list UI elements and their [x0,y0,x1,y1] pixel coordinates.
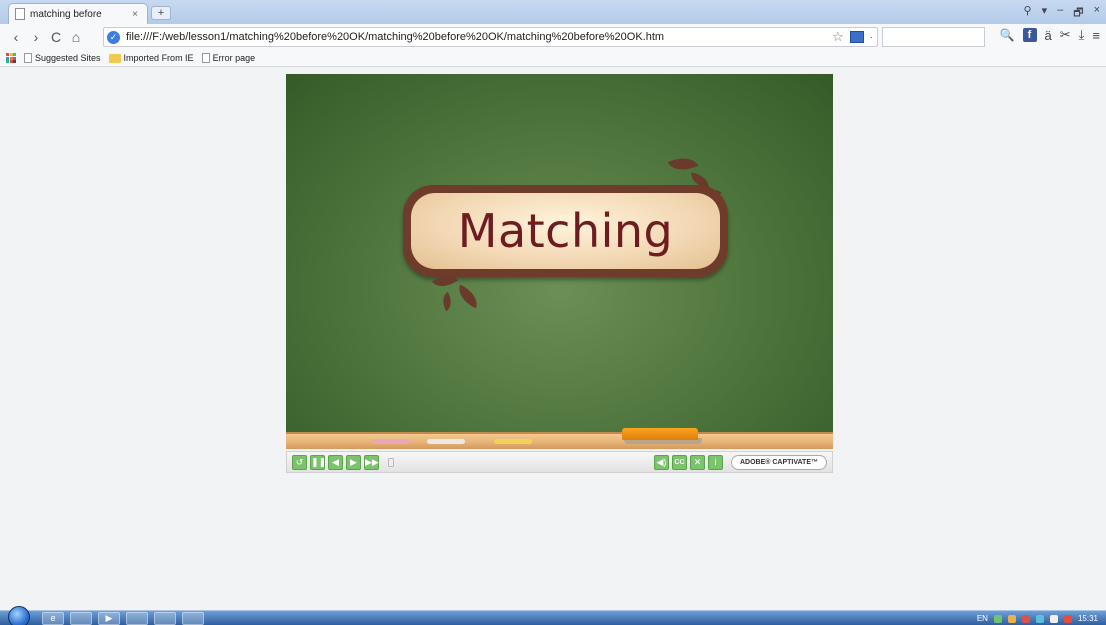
eraser [622,428,698,440]
toolbar-extensions: 🔍 f ä ✂ ⤓ ≡ [1000,27,1100,43]
taskbar-app-icon[interactable] [126,612,148,625]
start-button[interactable] [8,606,30,625]
new-tab-button[interactable]: + [151,6,171,20]
browser-toolbar: ‹ › C ⌂ ✓ file:///F:/web/lesson1/matchin… [0,24,1106,50]
tab-title: matching before [30,8,102,20]
captivate-player: Matching ↺ ❚❚ ◀ ▶ ▶▶ ◀) CC ✕ i ADOBE® CA… [286,74,833,473]
pause-button[interactable]: ❚❚ [310,454,326,470]
chalkboard: Matching [286,74,833,432]
file-explorer-icon[interactable] [70,612,92,625]
restore-button[interactable]: 🗗 [1073,4,1083,23]
facebook-icon[interactable]: f [1022,28,1037,42]
tray-app-icon[interactable] [993,614,1002,623]
playback-bar: ↺ ❚❚ ◀ ▶ ▶▶ ◀) CC ✕ i ADOBE® CAPTIVATE™ [286,451,833,473]
home-button[interactable]: ⌂ [66,27,86,47]
bookmark-label: Suggested Sites [35,53,101,63]
volume-icon[interactable] [1049,614,1058,623]
extension-dropdown-icon[interactable]: · [870,32,873,43]
scissors-icon[interactable]: ✂ [1060,27,1071,43]
back-button[interactable]: ◀ [328,454,343,470]
windows-taskbar: e ▶ EN 15:31 [0,606,1106,625]
closed-caption-button[interactable]: CC [671,454,687,470]
bookmark-star-icon[interactable]: ☆ [832,29,844,45]
search-field[interactable] [882,27,985,47]
clock[interactable]: 15:31 [1078,614,1098,623]
rewind-button[interactable]: ↺ [292,454,307,470]
url-text[interactable]: file:///F:/web/lesson1/matching%20before… [126,31,826,43]
leaf-decoration [453,284,483,309]
system-tray: EN 15:31 [977,611,1098,625]
window-controls: ⚲ ▾ – 🗗 × [1024,4,1101,23]
extension-a-icon[interactable]: ä [1045,28,1052,43]
exit-button[interactable]: ✕ [689,454,705,470]
page-icon [201,53,210,63]
white-chalk [427,439,465,444]
info-button[interactable]: i [707,454,723,470]
apps-grid-icon[interactable] [6,53,16,63]
reload-button[interactable]: C [46,27,66,47]
page-content: Matching ↺ ❚❚ ◀ ▶ ▶▶ ◀) CC ✕ i ADOBE® CA… [0,68,1106,610]
browser-tab[interactable]: matching before × [8,3,148,24]
tray-app-icon[interactable] [1035,614,1044,623]
tray-app-icon[interactable] [1007,614,1016,623]
flag-icon[interactable] [1063,614,1072,623]
apps-grid-dot [13,60,16,63]
forward-button[interactable]: ▶ [346,454,361,470]
pink-chalk [372,439,410,444]
adobe-captivate-logo[interactable]: ADOBE® CAPTIVATE™ [730,454,827,470]
menu-icon[interactable]: ≡ [1092,28,1100,43]
bookmark-error-page[interactable]: Error page [201,53,256,63]
internet-explorer-icon[interactable]: e [42,612,64,625]
progress-slider[interactable] [388,457,394,467]
minimize-button[interactable]: – [1057,4,1063,23]
forward-button[interactable]: › [26,27,46,47]
slide-title: Matching [457,204,674,258]
taskbar-app-icon[interactable] [182,612,204,625]
search-icon[interactable]: 🔍 [1000,28,1015,42]
bookmarks-bar: Suggested Sites Imported From IE Error p… [0,50,1106,67]
fast-forward-button[interactable]: ▶▶ [364,454,379,470]
download-icon[interactable]: ⤓ [1079,27,1085,43]
tray-app-icon[interactable] [1021,614,1030,623]
close-window-button[interactable]: × [1094,4,1100,23]
tab-close-icon[interactable]: × [129,9,141,20]
audio-button[interactable]: ◀) [653,454,669,470]
yellow-chalk [494,439,532,444]
page-info-icon[interactable]: ✓ [107,30,120,44]
page-icon [24,53,32,63]
chevron-down-icon[interactable]: ▾ [1042,4,1048,23]
language-indicator[interactable]: EN [977,614,988,623]
page-icon [15,8,25,20]
address-bar[interactable]: ✓ file:///F:/web/lesson1/matching%20befo… [103,27,878,47]
title-sign: Matching [403,185,728,277]
extension-icon[interactable] [849,31,864,43]
folder-icon [108,53,121,63]
bookmark-label: Error page [212,53,256,63]
chrome-icon[interactable] [154,612,176,625]
bookmark-label: Imported From IE [123,53,194,63]
window-title-bar: matching before × + ⚲ ▾ – 🗗 × [0,0,1106,24]
back-button[interactable]: ‹ [6,27,26,47]
profile-icon[interactable]: ⚲ [1024,4,1032,23]
bookmark-suggested-sites[interactable]: Suggested Sites [24,53,101,63]
chalk-tray [286,428,833,449]
media-player-icon[interactable]: ▶ [98,612,120,625]
leaf-decoration [438,291,456,312]
bookmark-imported-from-ie[interactable]: Imported From IE [108,53,194,63]
